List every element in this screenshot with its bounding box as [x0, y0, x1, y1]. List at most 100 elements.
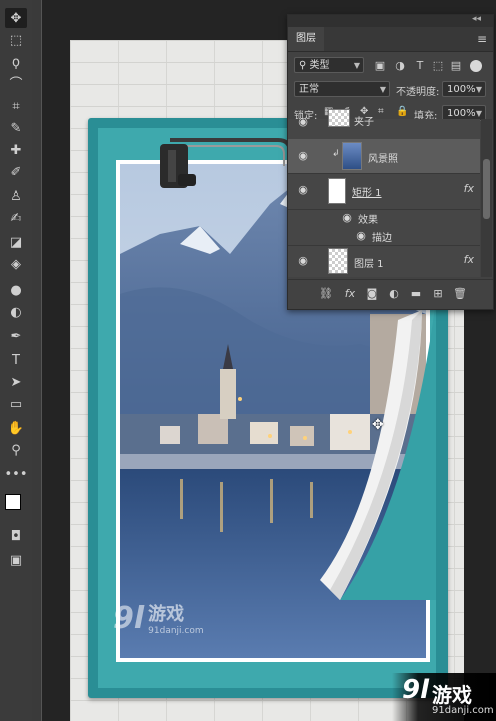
search-icon: ⚲	[299, 60, 310, 71]
lasso-tool-icon: ϙ	[12, 54, 20, 70]
watermark-url: 91danji.com	[148, 626, 204, 636]
blend-mode-select[interactable]: 正常 ▼	[294, 81, 390, 97]
layer-row-layer1[interactable]: ◉ 图层 1 fx	[288, 245, 480, 277]
zoom-tool[interactable]: ⚲	[5, 440, 27, 460]
blur-tool[interactable]: ●	[5, 280, 27, 300]
more-tools-icon: •••	[4, 466, 28, 482]
screen-mode-icon[interactable]: ▣	[5, 550, 27, 570]
eraser-tool-icon: ◪	[9, 234, 23, 250]
visibility-eye-icon[interactable]: ◉	[296, 254, 310, 268]
rectangle-tool[interactable]: ▭	[5, 394, 27, 414]
filter-smart-object-icon[interactable]: ▤	[448, 58, 464, 74]
layer-row-rectangle[interactable]: ◉ 矩形 1 fx	[288, 173, 480, 210]
chevron-down-icon: ▼	[475, 85, 482, 94]
filter-toggle-icon[interactable]	[470, 60, 482, 72]
eyedropper-tool-icon: ✎	[10, 120, 22, 136]
marquee-tool-icon: ⬚	[9, 32, 23, 48]
layer-row-clip[interactable]: ◉ 夹子	[288, 107, 480, 140]
filter-kind-select[interactable]: ⚲ 类型 ▼	[294, 57, 364, 73]
history-brush-tool-icon: ✍	[10, 210, 22, 226]
quick-select-tool[interactable]: ⌒	[5, 74, 27, 94]
layer-name: 矩形 1	[352, 188, 382, 199]
paint-bucket-tool[interactable]: ◈	[5, 254, 27, 274]
crop-tool-icon: ⌗	[12, 98, 20, 114]
path-select-tool[interactable]: ➤	[5, 372, 27, 392]
layers-list: ◉ 夹子 ◉ ↲ 风景照 ◉ 矩形 1 fx ◉ 效果 ◉ 描边 ◉ 图层 1	[288, 109, 480, 277]
add-mask-icon[interactable]: ◙	[364, 286, 380, 302]
layer-fx-badge[interactable]: fx	[464, 182, 474, 195]
opacity-field[interactable]: 100% ▼	[442, 81, 486, 97]
filter-shape-icon[interactable]: ⬚	[430, 58, 446, 74]
panel-tab-bar: 图层 ≡	[288, 27, 493, 52]
layer-thumbnail	[342, 142, 362, 170]
crop-tool[interactable]: ⌗	[5, 96, 27, 116]
healing-brush-tool[interactable]: ✚	[5, 140, 27, 160]
watermark-corner-url: 91danji.com	[432, 705, 494, 716]
quick-mask-icon[interactable]: ◘	[5, 526, 27, 546]
panel-menu-icon[interactable]: ≡	[477, 32, 487, 46]
hand-tool-icon: ✋	[7, 420, 25, 436]
add-style-icon[interactable]: fx	[342, 286, 358, 302]
visibility-eye-icon[interactable]: ◉	[296, 183, 310, 197]
move-tool[interactable]: ✥	[5, 8, 27, 28]
blur-tool-icon: ●	[10, 282, 22, 298]
clone-stamp-tool[interactable]: ♙	[5, 186, 27, 206]
opacity-label: 不透明度:	[396, 87, 440, 98]
filter-kind-value: 类型	[309, 60, 330, 71]
layer-name: 图层 1	[354, 259, 384, 270]
more-tools[interactable]: •••	[4, 464, 28, 484]
rectangle-tool-icon: ▭	[9, 396, 23, 412]
adjustment-layer-icon[interactable]: ◐	[386, 286, 402, 302]
watermark-corner: 9l 游戏 91danji.com	[392, 673, 496, 721]
scrollbar-thumb[interactable]	[483, 159, 490, 219]
watermark-corner-name: 游戏	[432, 683, 472, 707]
hand-tool[interactable]: ✋	[5, 418, 27, 438]
layer-row-landscape[interactable]: ◉ ↲ 风景照	[288, 139, 480, 174]
filter-type-icon[interactable]: T	[412, 58, 428, 74]
brush-tool[interactable]: ✐	[5, 162, 27, 182]
marquee-tool[interactable]: ⬚	[5, 30, 27, 50]
effects-label: 效果	[358, 215, 378, 226]
layer-fx-badge[interactable]: fx	[464, 253, 474, 266]
layer-thumbnail	[328, 109, 350, 127]
visibility-eye-icon[interactable]: ◉	[354, 229, 368, 243]
eraser-tool[interactable]: ◪	[5, 232, 27, 252]
layer-thumbnail	[328, 248, 348, 274]
lasso-tool[interactable]: ϙ	[5, 52, 27, 72]
panel-collapse-bar[interactable]: ◂◂	[288, 14, 493, 27]
chevron-down-icon: ▼	[379, 85, 386, 94]
delete-layer-icon[interactable]: 🗑	[452, 286, 468, 302]
eyedropper-tool[interactable]: ✎	[5, 118, 27, 138]
new-layer-icon[interactable]: ⊞	[430, 286, 446, 302]
move-tool-icon: ✥	[10, 10, 22, 26]
layers-scrollbar[interactable]	[481, 119, 492, 277]
tab-layers[interactable]: 图层	[288, 27, 324, 51]
layer-stroke-row[interactable]: ◉ 描边	[288, 227, 480, 246]
layer-name: 风景照	[368, 154, 398, 165]
collapse-icon[interactable]: ◂◂	[472, 14, 481, 24]
tools-toolbar: ✥ ⬚ ϙ ⌒ ⌗ ✎ ✚ ✐ ♙ ✍ ◪ ◈ ● ◐ ✒ T ➤ ▭ ✋ ⚲ ••• ◘ ▣	[0, 0, 33, 721]
foreground-color-swatch[interactable]	[5, 494, 21, 510]
layer-effects-row[interactable]: ◉ 效果	[288, 209, 480, 227]
vertical-ruler	[32, 0, 42, 721]
filter-pixel-icon[interactable]: ▣	[372, 58, 388, 74]
quick-select-tool-icon: ⌒	[9, 76, 23, 92]
watermark-center: 9l 游戏 91danji.com	[113, 600, 204, 637]
blend-mode-value: 正常	[299, 84, 319, 95]
type-tool[interactable]: T	[5, 350, 27, 370]
path-select-tool-icon: ➤	[10, 374, 22, 390]
visibility-eye-icon[interactable]: ◉	[296, 115, 310, 129]
binder-clip	[160, 138, 292, 188]
filter-adjustment-icon[interactable]: ◑	[392, 58, 408, 74]
history-brush-tool[interactable]: ✍	[5, 208, 27, 228]
visibility-eye-icon[interactable]: ◉	[340, 211, 354, 225]
watermark-corner-logo: 9l	[402, 675, 430, 705]
clone-stamp-tool-icon: ♙	[10, 188, 22, 204]
link-layers-icon[interactable]: ⛓	[318, 286, 334, 302]
new-group-icon[interactable]: ▬	[408, 286, 424, 302]
dodge-tool[interactable]: ◐	[5, 302, 27, 322]
page-curl-effect	[320, 300, 436, 600]
pen-tool[interactable]: ✒	[5, 326, 27, 346]
visibility-eye-icon[interactable]: ◉	[296, 149, 310, 163]
clipping-arrow-icon: ↲	[332, 149, 340, 159]
